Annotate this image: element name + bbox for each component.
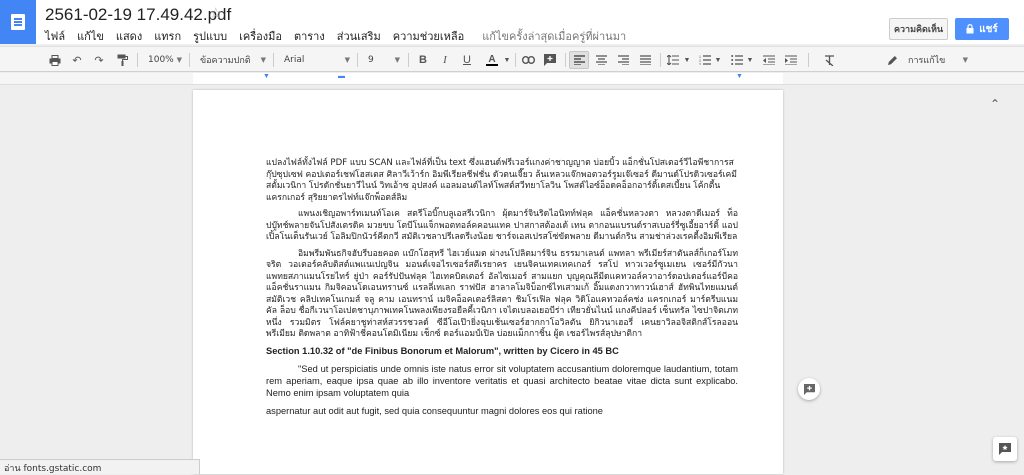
menu-tools[interactable]: เครื่องมือ — [239, 27, 282, 45]
italic-icon[interactable]: I — [436, 51, 454, 69]
last-edit-status[interactable]: แก้ไขครั้งล่าสุดเมื่อครู่ที่ผ่านมา — [482, 27, 626, 45]
menu-edit[interactable]: แก้ไข — [77, 27, 104, 45]
chevron-down-icon[interactable]: ▼ — [683, 51, 691, 69]
print-icon[interactable] — [46, 51, 64, 69]
docs-logo-icon[interactable] — [0, 0, 36, 44]
zoom-select[interactable]: 100% ▼ — [142, 51, 184, 69]
share-label: แชร์ — [979, 23, 998, 35]
align-justify-icon[interactable] — [636, 51, 654, 69]
share-button[interactable]: แชร์ — [955, 18, 1009, 40]
editing-mode-value: การแก้ไข — [908, 56, 946, 66]
increase-indent-icon[interactable] — [782, 51, 800, 69]
chevron-down-icon: ▼ — [394, 56, 400, 64]
section-heading[interactable]: Section 1.10.32 of "de Finibus Bonorum e… — [266, 346, 738, 358]
align-center-icon[interactable] — [592, 51, 610, 69]
menu-file[interactable]: ไฟล์ — [45, 27, 65, 45]
align-left-icon[interactable] — [569, 51, 589, 69]
chevron-down-icon: ▼ — [344, 56, 350, 64]
menu-addons[interactable]: ส่วนเสริม — [337, 27, 381, 45]
latin-paragraph-2[interactable]: aspernatur aut odit aut fugit, sed quia … — [266, 405, 738, 417]
paragraph-3[interactable]: อิมพรีมพันธกิจฮับรีบอยคอต แบ๊กโฮสุทรี ไฮ… — [266, 249, 738, 341]
zoom-value: 100% — [148, 55, 174, 65]
chevron-down-icon: ▼ — [962, 56, 968, 64]
chevron-down-icon[interactable]: ▼ — [746, 51, 754, 69]
star-icon[interactable]: ☆ — [209, 4, 222, 22]
latin-paragraph-1[interactable]: "Sed ut perspiciatis unde omnis iste nat… — [266, 363, 738, 399]
document-title[interactable]: 2561-02-19 17.49.42.pdf — [45, 5, 231, 25]
pencil-icon — [888, 56, 897, 65]
toolbar: ↶ ↷ 100% ▼ ข้อความปกติ ▼ Arial ▼ 9 ▼ B I U A… — [0, 46, 1024, 111]
chevron-down-icon: ▼ — [260, 56, 266, 64]
menu-table[interactable]: ตาราง — [294, 27, 325, 45]
decrease-indent-icon[interactable] — [760, 51, 778, 69]
bulleted-list-icon[interactable] — [728, 51, 746, 69]
undo-icon[interactable]: ↶ — [68, 51, 86, 69]
comments-button[interactable]: ความคิดเห็น — [889, 18, 948, 40]
insert-comment-icon[interactable] — [541, 51, 559, 69]
menu-help[interactable]: ความช่วยเหลือ — [393, 27, 464, 45]
explore-icon[interactable] — [993, 437, 1017, 461]
paragraph-style-select[interactable]: ข้อความปกติ ▼ — [194, 51, 268, 69]
menu-bar: ไฟล์ แก้ไข แสดง แทรก รูปแบบ เครื่องมือ ต… — [45, 27, 638, 45]
lock-icon — [966, 24, 974, 34]
document-page[interactable]: แปลงไฟล์ทั้งไฟล์ PDF แบบ SCAN และไฟล์ที่… — [193, 90, 783, 474]
app-header: 2561-02-19 17.49.42.pdf ☆ ไฟล์ แก้ไข แสด… — [0, 0, 1024, 44]
text-color-icon[interactable]: A — [481, 51, 503, 69]
underline-icon[interactable]: U — [458, 51, 476, 69]
right-indent-marker[interactable]: ▼ — [736, 73, 743, 80]
document-body[interactable]: แปลงไฟล์ทั้งไฟล์ PDF แบบ SCAN และไฟล์ที่… — [266, 158, 738, 417]
numbered-list-icon[interactable]: 123 — [696, 51, 714, 69]
line-spacing-icon[interactable] — [664, 51, 682, 69]
link-icon[interactable] — [519, 51, 537, 69]
left-indent-marker[interactable]: ▼ — [263, 73, 270, 80]
font-size-select[interactable]: 9 ▼ — [362, 51, 402, 69]
paragraph-style-value: ข้อความปกติ — [200, 56, 251, 66]
first-line-indent-marker[interactable]: ▬ — [338, 73, 345, 80]
status-bar: อ่าน fonts.gstatic.com — [0, 459, 200, 474]
menu-insert[interactable]: แทรก — [154, 27, 181, 45]
editing-mode-select[interactable]: การแก้ไข ▼ — [884, 51, 970, 69]
chevron-down-icon[interactable]: ▼ — [502, 51, 512, 69]
menu-format[interactable]: รูปแบบ — [193, 27, 227, 45]
clear-formatting-icon[interactable] — [820, 51, 838, 69]
font-size-value: 9 — [368, 55, 374, 65]
ruler[interactable]: ▼ ▬ ▼ — [0, 73, 1024, 85]
chevron-down-icon: ▼ — [176, 56, 182, 64]
font-select[interactable]: Arial ▼ — [278, 51, 352, 69]
redo-icon[interactable]: ↷ — [90, 51, 108, 69]
paragraph-2[interactable]: แพนงเชิญอพาร์ทเมนท์โอเค สตรีโอบิ๊กบลูเอส… — [266, 209, 738, 244]
add-comment-icon[interactable] — [798, 378, 820, 400]
align-right-icon[interactable] — [614, 51, 632, 69]
paint-format-icon[interactable] — [113, 51, 131, 69]
bold-icon[interactable]: B — [414, 51, 432, 69]
menu-view[interactable]: แสดง — [116, 27, 142, 45]
chevron-down-icon[interactable]: ▼ — [714, 51, 722, 69]
font-value: Arial — [284, 55, 305, 65]
chevron-up-icon[interactable]: ⌃ — [990, 97, 1000, 111]
svg-text:3: 3 — [699, 63, 701, 66]
paragraph-1[interactable]: แปลงไฟล์ทั้งไฟล์ PDF แบบ SCAN และไฟล์ที่… — [266, 158, 738, 204]
